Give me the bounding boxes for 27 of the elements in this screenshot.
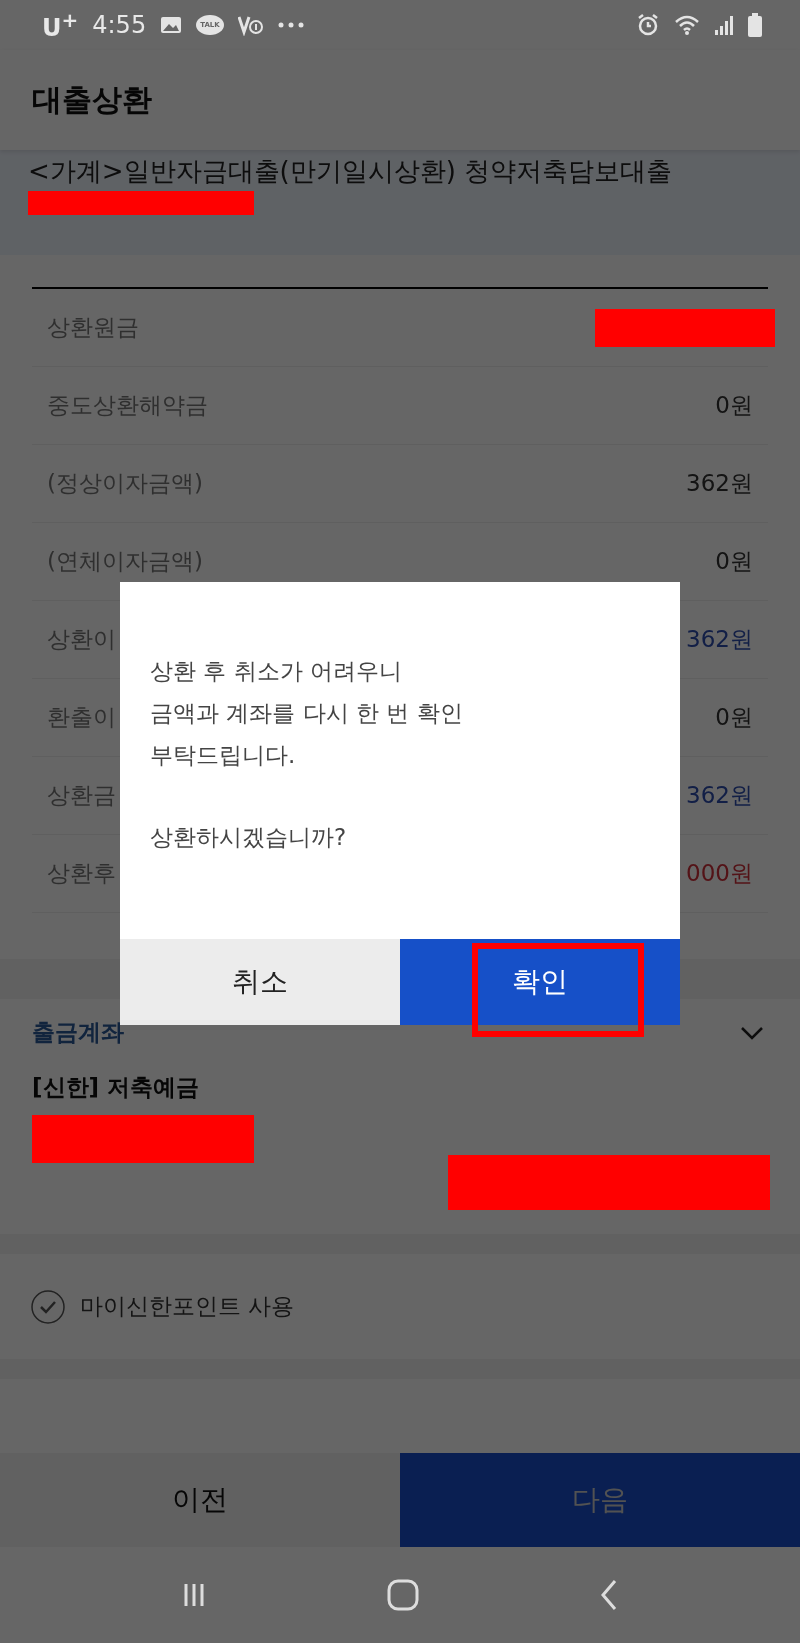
dialog-button[interactable]: 취소 [120,939,400,1025]
home-icon[interactable] [386,1578,420,1612]
clock-time: 4:55 [92,11,147,39]
account-name: [신한] 저축예금 [32,1073,201,1102]
detail-value: 362원 [686,625,753,654]
loan-name: <가계>일반자금대출(만기일시상환) 청약저축담보대출 [28,155,674,188]
signal-icon [714,14,734,36]
vpn-icon [237,14,264,36]
dialog-question: 상환하시겠습니까? [150,823,347,852]
battery-icon [748,13,762,37]
detail-value: 000원 [686,859,753,888]
dialog-message: 상환 후 취소가 어려우니 금액과 계좌를 다시 한 번 확인 부탁드립니다. [150,657,463,770]
dialog-button[interactable]: 확인 [400,939,680,1025]
detail-value: 0원 [715,703,753,732]
gallery-icon [160,15,183,35]
more-icon [277,22,304,28]
page-title: 대출상환 [32,80,152,119]
checkbox-label: 마이신한포인트 사용 [80,1292,295,1321]
detail-value: 0원 [715,547,753,576]
alarm-icon [636,13,660,37]
chevron-down-icon[interactable] [740,1025,764,1040]
carrier-label: U$^{+}$ [42,8,79,42]
checkbox[interactable] [30,1288,66,1325]
detail-value: 362원 [686,469,753,498]
wifi-icon [674,14,700,36]
detail-value: 0원 [715,391,753,420]
detail-value: 362원 [686,781,753,810]
